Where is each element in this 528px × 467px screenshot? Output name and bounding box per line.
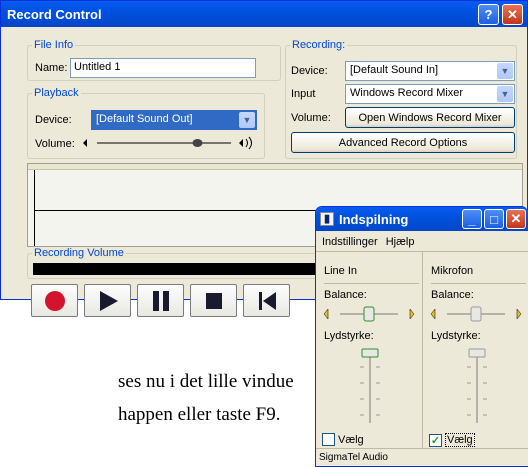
menu-help[interactable]: Hjælp — [386, 236, 415, 248]
stop-icon — [205, 292, 222, 309]
menu-settings[interactable]: Indstillinger — [322, 236, 378, 248]
speaker-high-icon — [239, 139, 243, 147]
name-label: Name: — [35, 62, 68, 74]
speaker-right-icon — [516, 308, 522, 320]
playback-legend: Playback — [34, 87, 79, 99]
document-line-2: happen eller taste F9. — [118, 404, 281, 425]
chevron-down-icon: ▼ — [497, 63, 513, 79]
channel-mikrofon: Mikrofon Balance: Lydstyrke: ✓ Vælg — [423, 251, 528, 448]
pause-icon — [152, 290, 169, 311]
file-info-legend: File Info — [34, 39, 74, 51]
previous-button[interactable] — [243, 284, 290, 317]
select-label: Vælg — [445, 433, 475, 447]
mixer-title: Indspilning — [339, 211, 409, 227]
skip-back-icon — [258, 291, 276, 310]
recording-device-value: [Default Sound In] — [350, 64, 439, 76]
recording-device-select[interactable]: [Default Sound In] ▼ — [345, 61, 515, 81]
play-icon — [99, 290, 118, 311]
recording-volume-legend: Recording Volume — [34, 247, 124, 259]
speaker-left-icon — [430, 308, 436, 320]
recording-input-label: Input — [291, 88, 316, 100]
balance-label: Balance: — [324, 289, 367, 301]
name-field[interactable]: Untitled 1 — [70, 58, 256, 78]
balance-label: Balance: — [431, 289, 474, 301]
speaker-low-icon — [83, 139, 87, 147]
playback-volume-slider[interactable] — [81, 133, 265, 153]
mixer-status-bar: SigmaTel Audio — [319, 452, 388, 463]
close-button[interactable]: ✕ — [506, 209, 526, 229]
recording-device-label: Device: — [291, 65, 328, 77]
playback-volume-label: Volume: — [35, 138, 75, 150]
mixer-app-icon: ▮ — [320, 212, 334, 226]
volume-slider[interactable] — [354, 347, 386, 427]
channel-line-in: Line In Balance: Lydstyrke: Vælg — [316, 251, 423, 448]
help-button[interactable]: ? — [478, 4, 499, 25]
playback-device-value: [Default Sound Out] — [96, 113, 193, 125]
select-checkbox[interactable]: ✓ — [429, 433, 442, 447]
channel-name: Mikrofon — [431, 265, 474, 277]
speaker-right-icon — [409, 308, 415, 320]
chevron-down-icon: ▼ — [239, 112, 255, 128]
playback-device-select[interactable]: [Default Sound Out] ▼ — [91, 110, 257, 130]
open-record-mixer-button[interactable]: Open Windows Record Mixer — [345, 107, 515, 128]
select-checkbox[interactable] — [322, 433, 335, 446]
pause-button[interactable] — [137, 284, 184, 317]
screenshot-stage: { "record_control": { "title": "Record C… — [0, 0, 528, 467]
play-button[interactable] — [84, 284, 131, 317]
stop-button[interactable] — [190, 284, 237, 317]
recording-input-value: Windows Record Mixer — [350, 87, 464, 99]
mixer-window: ▮ Indspilning _ □ ✕ Indstillinger Hjælp … — [315, 206, 528, 467]
volume-label: Lydstyrke: — [431, 330, 481, 342]
playback-device-label: Device: — [35, 114, 72, 126]
record-icon — [44, 290, 65, 311]
record-button[interactable] — [31, 284, 78, 317]
channel-name: Line In — [324, 265, 358, 277]
record-control-title: Record Control — [7, 6, 102, 22]
volume-slider[interactable] — [461, 347, 493, 427]
volume-label: Lydstyrke: — [324, 330, 374, 342]
recording-input-select[interactable]: Windows Record Mixer ▼ — [345, 84, 515, 104]
select-checkbox-row: ✓ Vælg — [429, 433, 475, 447]
select-checkbox-row: Vælg — [322, 433, 364, 446]
speaker-left-icon — [323, 308, 329, 320]
advanced-record-options-button[interactable]: Advanced Record Options — [291, 132, 515, 153]
playback-volume-thumb — [192, 139, 203, 147]
balance-slider[interactable] — [429, 303, 528, 325]
mixer-menubar: Indstillinger Hjælp — [322, 236, 414, 248]
chevron-down-icon: ▼ — [497, 86, 513, 102]
document-line-1: ses nu i det lille vindue — [118, 371, 294, 392]
record-control-titlebar: Record Control — [1, 1, 527, 27]
close-button[interactable]: ✕ — [502, 4, 523, 25]
recording-legend: Recording: — [292, 39, 346, 51]
recording-volume-label: Volume: — [291, 112, 331, 124]
maximize-button[interactable]: □ — [484, 209, 504, 229]
select-label: Vælg — [338, 433, 364, 446]
minimize-button[interactable]: _ — [462, 209, 482, 229]
balance-slider[interactable] — [322, 303, 422, 325]
